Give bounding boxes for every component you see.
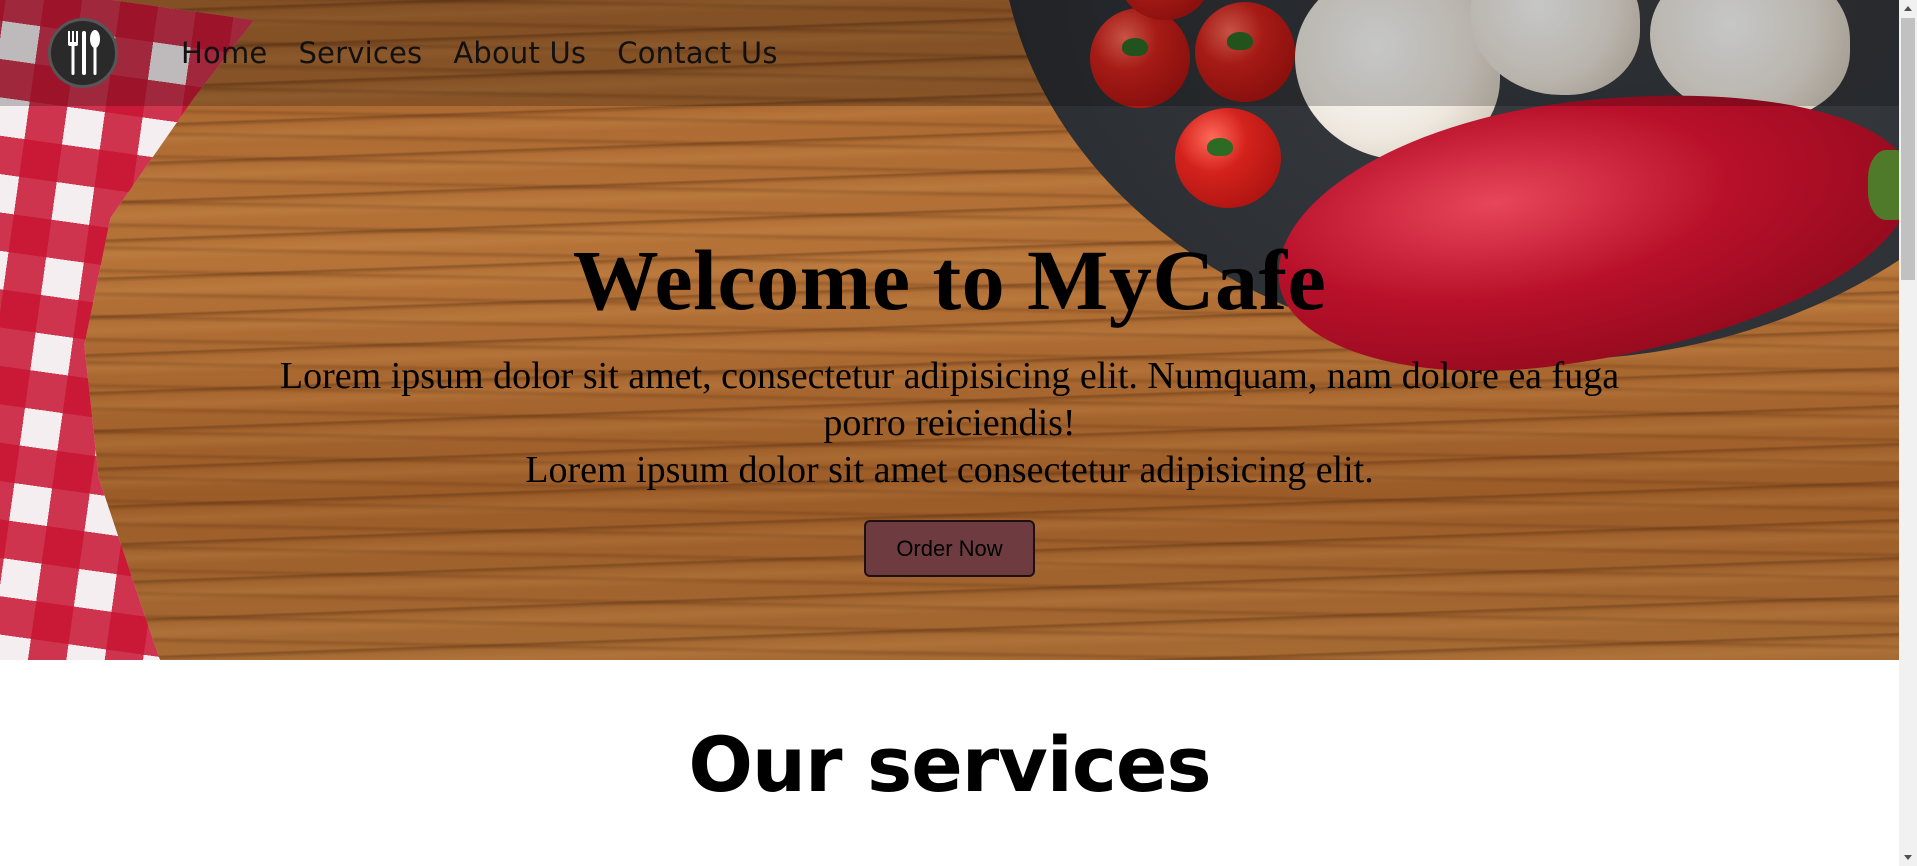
page: Home Services About Us Contact Us Welcom… — [0, 0, 1899, 866]
scrollbar[interactable] — [1899, 0, 1917, 866]
tomato-image — [1175, 108, 1281, 208]
scroll-up-arrow-icon[interactable] — [1899, 0, 1917, 17]
nav-link-services[interactable]: Services — [298, 32, 422, 74]
navbar: Home Services About Us Contact Us — [0, 0, 1899, 106]
nav-link-home[interactable]: Home — [181, 32, 267, 74]
nav-link-contact-us[interactable]: Contact Us — [617, 32, 777, 74]
scroll-down-arrow-icon[interactable] — [1899, 849, 1917, 866]
hero-text: Lorem ipsum dolor sit amet, consectetur … — [280, 353, 1620, 494]
cutlery-icon[interactable] — [48, 18, 118, 88]
hero-text-line-1: Lorem ipsum dolor sit amet, consectetur … — [279, 355, 1620, 444]
hero-section: Home Services About Us Contact Us Welcom… — [0, 0, 1899, 660]
services-title: Our services — [688, 720, 1211, 809]
hero-content: Welcome to MyCafe Lorem ipsum dolor sit … — [0, 225, 1899, 577]
pepper-stem-image — [1868, 150, 1899, 220]
scroll-thumb[interactable] — [1901, 18, 1915, 280]
hero-title: Welcome to MyCafe — [572, 232, 1327, 328]
order-now-button[interactable]: Order Now — [864, 520, 1035, 577]
hero-text-line-2: Lorem ipsum dolor sit amet consectetur a… — [525, 449, 1374, 491]
nav-link-about-us[interactable]: About Us — [453, 32, 586, 74]
nav-list: Home Services About Us Contact Us — [181, 32, 809, 74]
